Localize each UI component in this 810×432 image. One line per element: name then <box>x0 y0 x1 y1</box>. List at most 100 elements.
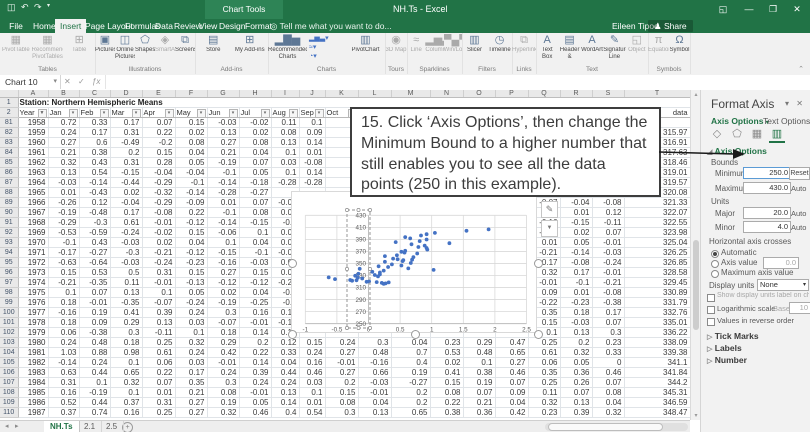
cell[interactable]: 0.21 <box>463 397 496 408</box>
cell[interactable]: 0.17 <box>560 267 593 278</box>
cell[interactable]: -0.19 <box>48 207 80 218</box>
cell[interactable]: 0.43 <box>79 237 111 248</box>
cell[interactable]: 0.01 <box>299 397 326 408</box>
cell[interactable]: 0.07 <box>495 377 529 388</box>
redo-icon[interactable]: ↷ <box>34 2 42 13</box>
text-box-button[interactable]: A Text Box <box>536 34 558 60</box>
cell[interactable]: 0.39 <box>239 367 272 378</box>
header-footer-button[interactable]: ▤Header & Footer <box>558 34 580 60</box>
cell[interactable]: 0.23 <box>528 407 561 418</box>
cell[interactable]: 1969 <box>18 227 49 238</box>
cell[interactable]: -0.12 <box>175 217 208 228</box>
filter-dropdown-icon[interactable]: ▾ <box>196 109 206 117</box>
cell[interactable]: -0.12 <box>175 247 208 258</box>
cell[interactable]: -0.03 <box>592 247 625 258</box>
cell[interactable]: 1986 <box>18 397 49 408</box>
column-header-C[interactable]: C <box>79 90 111 98</box>
cell[interactable]: -0.27 <box>391 377 431 388</box>
cell[interactable]: 0.17 <box>592 307 625 318</box>
cell[interactable]: 326.85 <box>624 257 690 268</box>
row-header[interactable]: 94 <box>0 247 19 258</box>
cell[interactable]: 323.98 <box>624 227 690 238</box>
cell[interactable]: 0.39 <box>142 307 176 318</box>
cell[interactable]: 0.1 <box>48 287 80 298</box>
cell[interactable]: 332.76 <box>624 307 690 318</box>
cell[interactable]: -0.16 <box>358 357 392 368</box>
radio-automatic[interactable] <box>711 250 719 258</box>
cell[interactable]: 0.04 <box>495 397 529 408</box>
cell[interactable]: 0.14 <box>299 137 326 148</box>
close-button[interactable]: ✕ <box>786 0 808 19</box>
cell[interactable]: 0.24 <box>48 127 80 138</box>
cell[interactable]: -0.24 <box>175 297 208 308</box>
cell[interactable]: -0.1 <box>207 167 240 178</box>
cell[interactable]: 0.46 <box>299 367 326 378</box>
cell[interactable]: 0.01 <box>299 147 326 158</box>
section-labels[interactable]: ▷ Labels <box>707 343 742 353</box>
cell[interactable]: 0.39 <box>560 407 593 418</box>
cell[interactable]: 0.53 <box>79 267 111 278</box>
cell[interactable]: -0.04 <box>110 197 143 208</box>
station-title-cell[interactable]: Station: Northern Hemispheric Means <box>18 97 690 108</box>
cell[interactable]: -0.14 <box>79 177 111 188</box>
cell[interactable]: 1987 <box>18 407 49 418</box>
row-header[interactable]: 90 <box>0 207 19 218</box>
chart-handle[interactable] <box>534 330 543 339</box>
vscroll-thumb[interactable] <box>693 240 699 330</box>
cell[interactable]: 0.65 <box>495 347 529 358</box>
cell[interactable]: 0.44 <box>271 367 300 378</box>
cell[interactable]: 0.32 <box>560 347 593 358</box>
cell[interactable]: 0.04 <box>175 147 208 158</box>
cell[interactable]: 0.11 <box>110 277 143 288</box>
row-header[interactable]: 97 <box>0 277 19 288</box>
cell[interactable]: -0.27 <box>79 247 111 258</box>
section-tick-marks[interactable]: ▷ Tick Marks <box>707 331 759 341</box>
cell[interactable]: 0.48 <box>358 347 392 358</box>
cell[interactable]: 0.43 <box>79 157 111 168</box>
cell[interactable]: -0.48 <box>79 207 111 218</box>
filter-dropdown-icon[interactable]: ▾ <box>68 109 78 117</box>
cell[interactable]: 0.05 <box>175 287 208 298</box>
smartart-button[interactable]: ◈SmartArt <box>155 34 175 54</box>
cell[interactable]: 0.2 <box>239 337 272 348</box>
row-header[interactable]: 93 <box>0 237 19 248</box>
cell[interactable]: 0.48 <box>463 347 496 358</box>
display-units-dropdown[interactable]: None ▾ <box>757 279 809 291</box>
cell[interactable]: 0.05 <box>175 157 208 168</box>
cell[interactable]: 0.15 <box>175 227 208 238</box>
cell[interactable]: -0.35 <box>79 277 111 288</box>
cell[interactable]: -0.43 <box>79 187 111 198</box>
column-header-B[interactable]: B <box>48 90 80 98</box>
cell[interactable]: -0.08 <box>560 257 593 268</box>
cell[interactable]: 0.1 <box>207 237 240 248</box>
cell[interactable]: -0.19 <box>79 387 111 398</box>
cell[interactable]: -0.15 <box>560 217 593 228</box>
cell[interactable]: 1977 <box>18 307 49 318</box>
column-header-A[interactable]: A <box>18 90 49 98</box>
cell[interactable]: 0.01 <box>560 207 593 218</box>
column-header-R[interactable]: R <box>560 90 593 98</box>
cell[interactable]: 0.23 <box>592 337 625 348</box>
cell[interactable]: 0.23 <box>430 337 464 348</box>
chart-filters-button[interactable]: ▼ <box>541 220 558 237</box>
row-header[interactable]: 108 <box>0 387 19 398</box>
cell[interactable]: -0.03 <box>48 177 80 188</box>
cell[interactable]: 0.74 <box>79 407 111 418</box>
row-header[interactable]: 91 <box>0 217 19 228</box>
cell[interactable]: 0.6 <box>79 137 111 148</box>
cell[interactable]: 0.17 <box>175 367 208 378</box>
cell[interactable]: -0.01 <box>325 357 359 368</box>
cell[interactable]: 1967 <box>18 207 49 218</box>
sheet-tab-2-5[interactable]: 2.5 <box>100 421 125 432</box>
cell[interactable]: -0.1 <box>239 247 272 258</box>
cell[interactable]: -0.23 <box>175 257 208 268</box>
sheet-nav-left-icon[interactable]: ◂ <box>5 421 9 432</box>
column-header-Q[interactable]: Q <box>528 90 561 98</box>
cell[interactable]: 0.31 <box>110 127 143 138</box>
header-cell[interactable]: Year ▼ <box>18 107 49 118</box>
cell[interactable]: -0.03 <box>110 257 143 268</box>
cell[interactable]: -0.01 <box>207 357 240 368</box>
cell[interactable]: 0.04 <box>391 337 431 348</box>
cell[interactable]: 0.31 <box>142 267 176 278</box>
chart-type-grid-button[interactable]: ▂▅▃▾ ≈▾ ◔▾ <box>307 34 346 61</box>
